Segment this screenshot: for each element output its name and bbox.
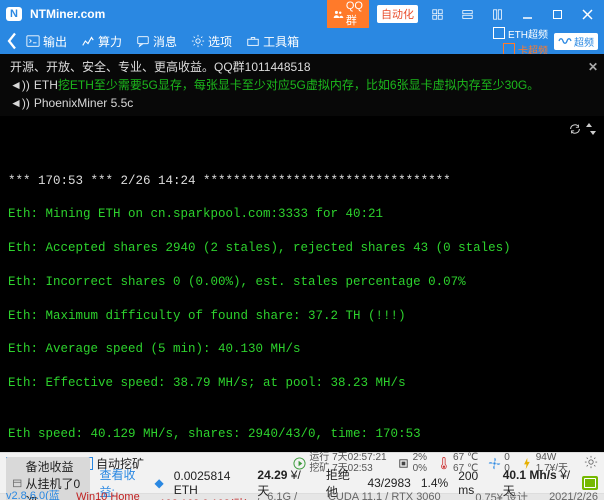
footer-price: 0.75¥ 设计 22.60 — [475, 489, 541, 500]
term-line: Eth: Mining ETH on cn.sparkpool.com:3333… — [8, 206, 596, 223]
term-line: Eth: Effective speed: 38.79 MH/s; at poo… — [8, 375, 596, 392]
close-icon — [582, 9, 593, 20]
chip-icon — [397, 457, 410, 470]
banner-line2: ◄))ETH挖ETH至少需要5G显存，每张显卡至少对应5G虚拟内存，比如6张显卡… — [10, 76, 576, 94]
app-logo: N — [6, 7, 22, 21]
eth-oc-label: ETH超频 — [508, 26, 548, 41]
thermometer-icon — [437, 457, 450, 470]
app-title: NTMiner.com — [30, 7, 105, 21]
tab-output[interactable]: 输出 — [20, 31, 73, 52]
term-line: Eth speed: 40.129 MH/s, shares: 2940/43/… — [8, 426, 596, 443]
eth-overclock-toggle[interactable]: ETH超频 — [493, 26, 548, 41]
tab-messages[interactable]: 消息 — [130, 31, 183, 52]
qq-label: QQ群 — [346, 0, 363, 28]
banner-line3: ◄))PhoenixMiner 5.5c — [10, 94, 576, 112]
refresh-button[interactable] — [568, 122, 582, 142]
layout-cols-button[interactable] — [486, 4, 508, 24]
grid-icon — [432, 9, 443, 20]
term-line: Eth: Incorrect shares 0 (0.00%), est. st… — [8, 274, 596, 291]
settings-button[interactable] — [584, 455, 598, 472]
refresh-icon — [568, 122, 582, 136]
rows-icon — [462, 9, 473, 20]
titlebar: N NTMiner.com QQ群 自动化 — [0, 0, 604, 28]
banner-close-button[interactable]: ✕ — [588, 58, 598, 76]
close-button[interactable] — [576, 4, 598, 24]
version-link[interactable]: v2.8.6.0(蓝宝) — [6, 487, 60, 500]
tab-toolbox-label: 工具箱 — [263, 33, 299, 50]
overclock-button[interactable]: 超频 — [554, 33, 598, 50]
eth-icon: ◆ — [155, 476, 164, 490]
updown-icon — [584, 122, 598, 136]
status-footer: v2.8.6.0(蓝宝) Win10 Home China 192.168.0.… — [0, 493, 604, 500]
tab-output-label: 输出 — [43, 33, 67, 50]
tab-hashrate[interactable]: 算力 — [75, 31, 128, 52]
banner-line1: 开源、开放、安全、专业、更高收益。QQ群1011448518 — [10, 58, 576, 76]
minimize-icon — [522, 9, 533, 20]
people-icon — [333, 9, 344, 20]
nvidia-badge — [582, 476, 598, 490]
message-icon — [136, 34, 150, 48]
term-line: Eth: Average speed (5 min): 40.130 MH/s — [8, 341, 596, 358]
term-line: Eth: Accepted shares 2940 (2 stales), re… — [8, 240, 596, 257]
mem-info: 6.1G / 457.63 — [267, 491, 320, 500]
reject-count: 43/2983 — [367, 476, 410, 490]
gear-icon — [191, 34, 205, 48]
os-info: Win10 Home China — [76, 491, 151, 500]
layout-grid-button[interactable] — [426, 4, 448, 24]
sort-button[interactable] — [584, 122, 598, 142]
cpu-gpu-usage: 2%0% — [397, 452, 427, 474]
terminal-output[interactable]: *** 170:53 *** 2/26 14:24 **************… — [0, 116, 604, 452]
term-line: *** 170:53 *** 2/26 14:24 **************… — [8, 173, 596, 190]
cols-icon — [492, 9, 503, 20]
terminal-icon — [26, 34, 40, 48]
gpu-info: CUDA 11.1 / RTX 3060 Laptop GPU — [328, 491, 467, 500]
tab-options-label: 选项 — [208, 33, 232, 50]
ip-info: 192.168.0.103(动) — [160, 495, 249, 500]
automation-badge[interactable]: 自动化 — [377, 5, 418, 23]
overclock-tags: ETH超频 卡超频 — [493, 26, 552, 57]
chart-icon — [81, 34, 95, 48]
earnings-eth: 0.0025814 ETH — [174, 469, 248, 497]
tab-hashrate-label: 算力 — [98, 33, 122, 50]
footer-date: 2021/2/2614:24 — [549, 491, 598, 500]
tab-options[interactable]: 选项 — [185, 31, 238, 52]
reject-pct: 1.4% — [421, 476, 448, 490]
fan-icon — [488, 457, 501, 470]
tab-messages-label: 消息 — [153, 33, 177, 50]
qq-group-button[interactable]: QQ群 — [327, 0, 369, 30]
wave-icon — [558, 36, 572, 46]
tab-toolbox[interactable]: 工具箱 — [240, 31, 305, 52]
maximize-button[interactable] — [546, 4, 568, 24]
chevron-left-icon — [6, 32, 18, 50]
announcement-banner: ✕ 开源、开放、安全、专业、更高收益。QQ群1011448518 ◄))ETH挖… — [0, 54, 604, 116]
gear-icon — [584, 455, 598, 469]
left-arrow-button[interactable] — [6, 32, 18, 50]
layout-rows-button[interactable] — [456, 4, 478, 24]
menubar: 输出 算力 消息 选项 工具箱 ETH超频 卡超频 超频 — [0, 28, 604, 54]
toolbox-icon — [246, 34, 260, 48]
maximize-icon — [552, 9, 563, 20]
overclock-label: 超频 — [574, 34, 594, 49]
minimize-button[interactable] — [516, 4, 538, 24]
term-line: Eth: Maximum difficulty of found share: … — [8, 308, 596, 325]
